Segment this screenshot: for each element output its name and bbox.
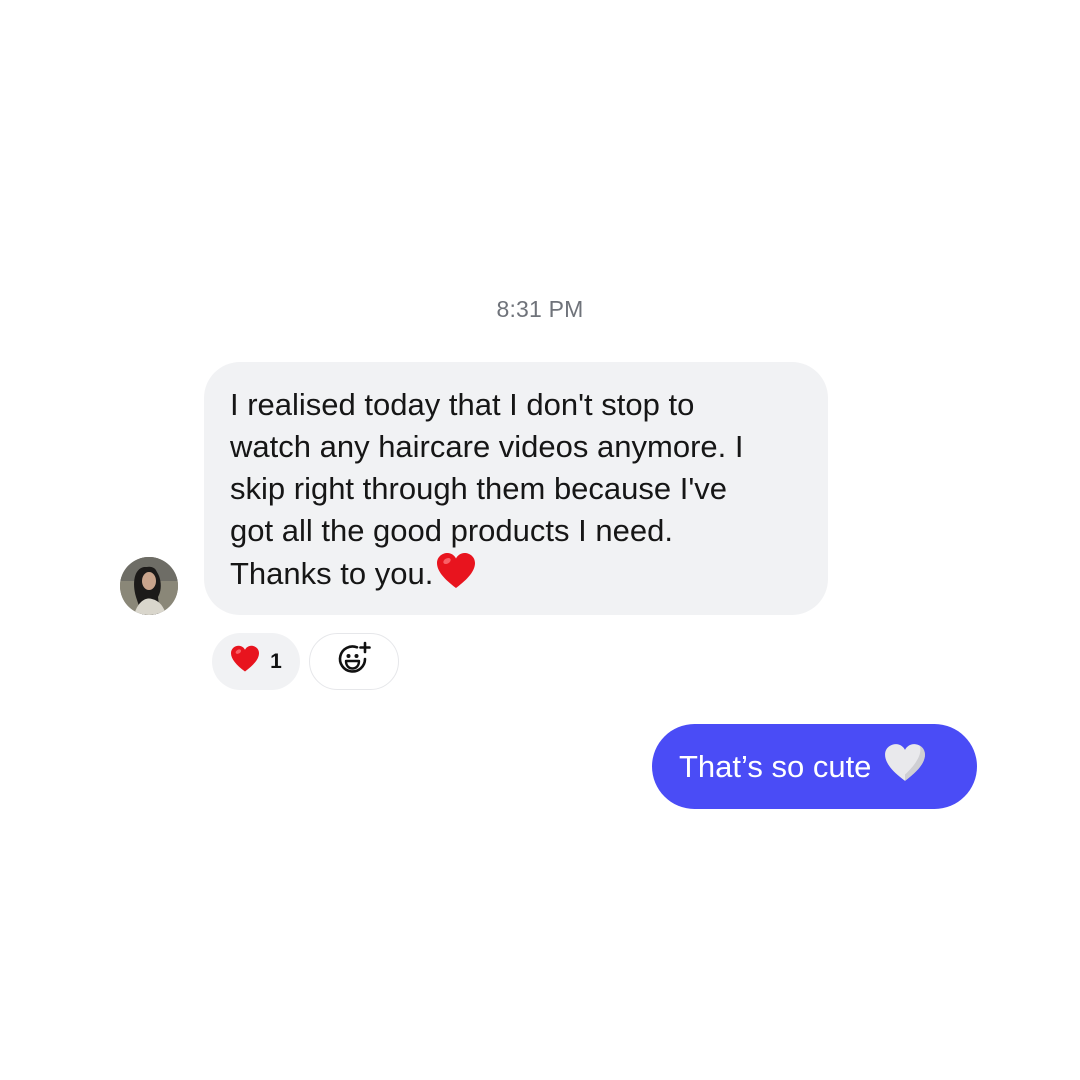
red-heart-icon <box>436 552 476 601</box>
sender-avatar[interactable] <box>120 557 178 615</box>
message-line-last: Thanks to you. <box>230 552 800 601</box>
message-line: skip right through them because I've <box>230 471 728 506</box>
message-line-text: Thanks to you. <box>230 556 434 591</box>
avatar-photo <box>120 557 178 615</box>
message-timestamp: 8:31 PM <box>496 296 584 322</box>
message-line: watch any haircare videos anymore. I <box>230 429 744 464</box>
message-line: got all the good products I need. <box>230 513 673 548</box>
white-heart-icon <box>884 743 926 791</box>
red-heart-icon <box>230 645 260 678</box>
heart-reaction-pill[interactable]: 1 <box>212 633 300 690</box>
reaction-count: 1 <box>270 649 282 673</box>
incoming-message-bubble[interactable]: I realised today that I don't stop to wa… <box>204 362 828 615</box>
add-reaction-smiley-icon <box>335 640 373 683</box>
add-reaction-button[interactable] <box>309 633 399 690</box>
message-line: I realised today that I don't stop to <box>230 387 695 422</box>
outgoing-message-text: That’s so cute <box>679 748 872 784</box>
outgoing-message-bubble[interactable]: That’s so cute <box>652 724 977 809</box>
